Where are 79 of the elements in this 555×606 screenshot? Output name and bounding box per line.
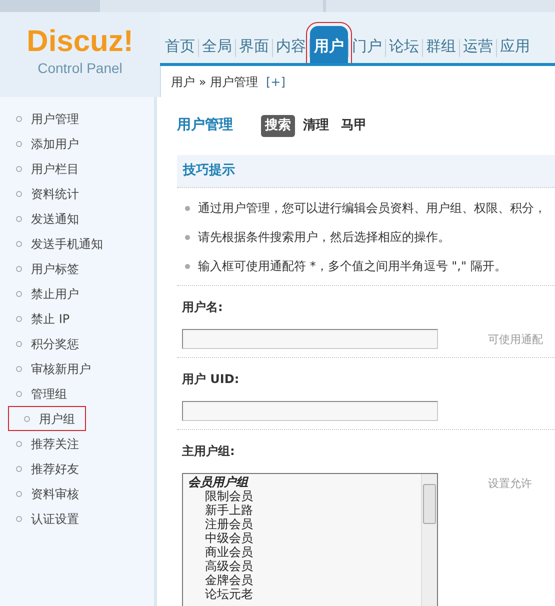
field-label: 主用户组: — [181, 442, 236, 460]
nav-tab[interactable]: 运营 — [460, 33, 496, 63]
sidebar-item[interactable]: 推荐好友 — [31, 460, 79, 478]
tip-text: 请先根据条件搜索用户，然后选择相应的操作。 — [198, 229, 450, 246]
bullet-icon — [16, 466, 22, 472]
bullet-icon — [16, 290, 22, 296]
bullet-icon — [16, 140, 22, 146]
sidebar-item[interactable]: 资料统计 — [31, 184, 79, 202]
bullet-icon — [24, 416, 30, 422]
tip-text: 通过用户管理，您可以进行编辑会员资料、用户组、权限、积分， — [198, 200, 546, 217]
sidebar-item[interactable]: 发送通知 — [31, 210, 79, 228]
page-title: 用户管理 — [177, 116, 233, 136]
input-field[interactable] — [182, 328, 438, 348]
nav-tab[interactable]: 界面 — [236, 33, 272, 63]
bullet-icon — [16, 266, 22, 272]
sidebar-item[interactable]: 资料审核 — [31, 484, 79, 502]
list-option[interactable]: 高级会员 — [188, 558, 421, 572]
bullet-icon — [16, 216, 22, 222]
list-option[interactable]: 金牌会员 — [188, 572, 421, 586]
tip-text: 输入框可使用通配符 *，多个值之间用半角逗号 "," 隔开。 — [198, 258, 506, 275]
sidebar-item[interactable]: 禁止 IP — [31, 310, 70, 328]
scrollbar[interactable] — [421, 474, 437, 606]
list-option[interactable]: 商业会员 — [188, 544, 421, 558]
input-field[interactable] — [182, 400, 438, 420]
bullet-icon — [16, 116, 22, 122]
field-hint: 可使用通配 — [488, 332, 543, 348]
bullet-icon — [185, 264, 190, 268]
logo-text: Discuz! — [26, 26, 134, 58]
bullet-icon — [16, 490, 22, 496]
sidebar-item[interactable]: 用户管理 — [31, 110, 79, 128]
sidebar-item[interactable]: 添加用户 — [31, 134, 79, 152]
bullet-icon — [16, 516, 22, 522]
nav-tab[interactable]: 首页 — [162, 33, 198, 63]
list-option[interactable]: 中级会员 — [188, 530, 421, 544]
bullet-icon — [16, 166, 22, 172]
bullet-icon — [16, 240, 22, 246]
bullet-icon — [16, 316, 22, 322]
sidebar-item[interactable]: 认证设置 — [31, 510, 79, 528]
nav-tab[interactable]: 论坛 — [386, 33, 422, 63]
nav-tab[interactable]: 用户 — [310, 26, 348, 63]
sidebar-item[interactable]: 禁止用户 — [31, 284, 79, 302]
sidebar-item[interactable]: 积分奖惩 — [31, 334, 79, 352]
tips-title: 技巧提示 — [183, 162, 235, 180]
bullet-icon — [185, 206, 190, 210]
tab[interactable]: 清理 — [299, 115, 333, 136]
breadcrumb: 用户 » 用户管理 — [171, 74, 258, 90]
browser-tab[interactable] — [326, 0, 555, 12]
group-listbox[interactable]: 会员用户组 限制会员 新手上路 注册会员 中级会员 商业会员 高级会员 金牌会员 论坛元老 — [182, 472, 438, 606]
field-label: 用户 UID: — [181, 370, 240, 388]
sidebar-item[interactable]: 审核新用户 — [31, 360, 91, 378]
sidebar-item[interactable]: 用户组 — [39, 410, 75, 428]
bullet-icon — [16, 340, 22, 346]
sidebar-item[interactable]: 管理组 — [31, 384, 67, 402]
bullet-icon — [185, 234, 190, 240]
tab[interactable]: 搜索 — [261, 115, 295, 136]
nav-tab[interactable]: 全局 — [199, 33, 235, 63]
field-label: 用户名: — [181, 298, 224, 316]
logo-subtitle: Control Panel — [38, 59, 122, 78]
sidebar-item[interactable]: 发送手机通知 — [31, 234, 103, 252]
list-option[interactable]: 限制会员 — [188, 488, 421, 502]
list-option[interactable]: 新手上路 — [188, 502, 421, 516]
bullet-icon — [16, 390, 22, 396]
tab[interactable]: 马甲 — [337, 115, 371, 136]
nav-tab[interactable]: 应用 — [497, 33, 533, 63]
bullet-icon — [16, 190, 22, 196]
nav-tab[interactable]: 内容 — [273, 33, 309, 63]
browser-tab[interactable] — [100, 0, 323, 12]
nav-tab[interactable]: 群组 — [423, 33, 459, 63]
sidebar-item[interactable]: 用户标签 — [31, 260, 79, 278]
nav-tab[interactable]: 门户 — [349, 33, 385, 63]
list-option[interactable]: 论坛元老 — [188, 586, 421, 600]
add-link[interactable]: [+] — [266, 72, 286, 90]
bullet-icon — [16, 366, 22, 372]
list-option[interactable]: 注册会员 — [188, 516, 421, 530]
sidebar-item[interactable]: 推荐关注 — [31, 434, 79, 452]
bullet-icon — [16, 440, 22, 446]
field-hint: 设置允许 — [488, 476, 532, 492]
sidebar-item[interactable]: 用户栏目 — [31, 160, 79, 178]
option-group-label: 会员用户组 — [188, 474, 250, 488]
